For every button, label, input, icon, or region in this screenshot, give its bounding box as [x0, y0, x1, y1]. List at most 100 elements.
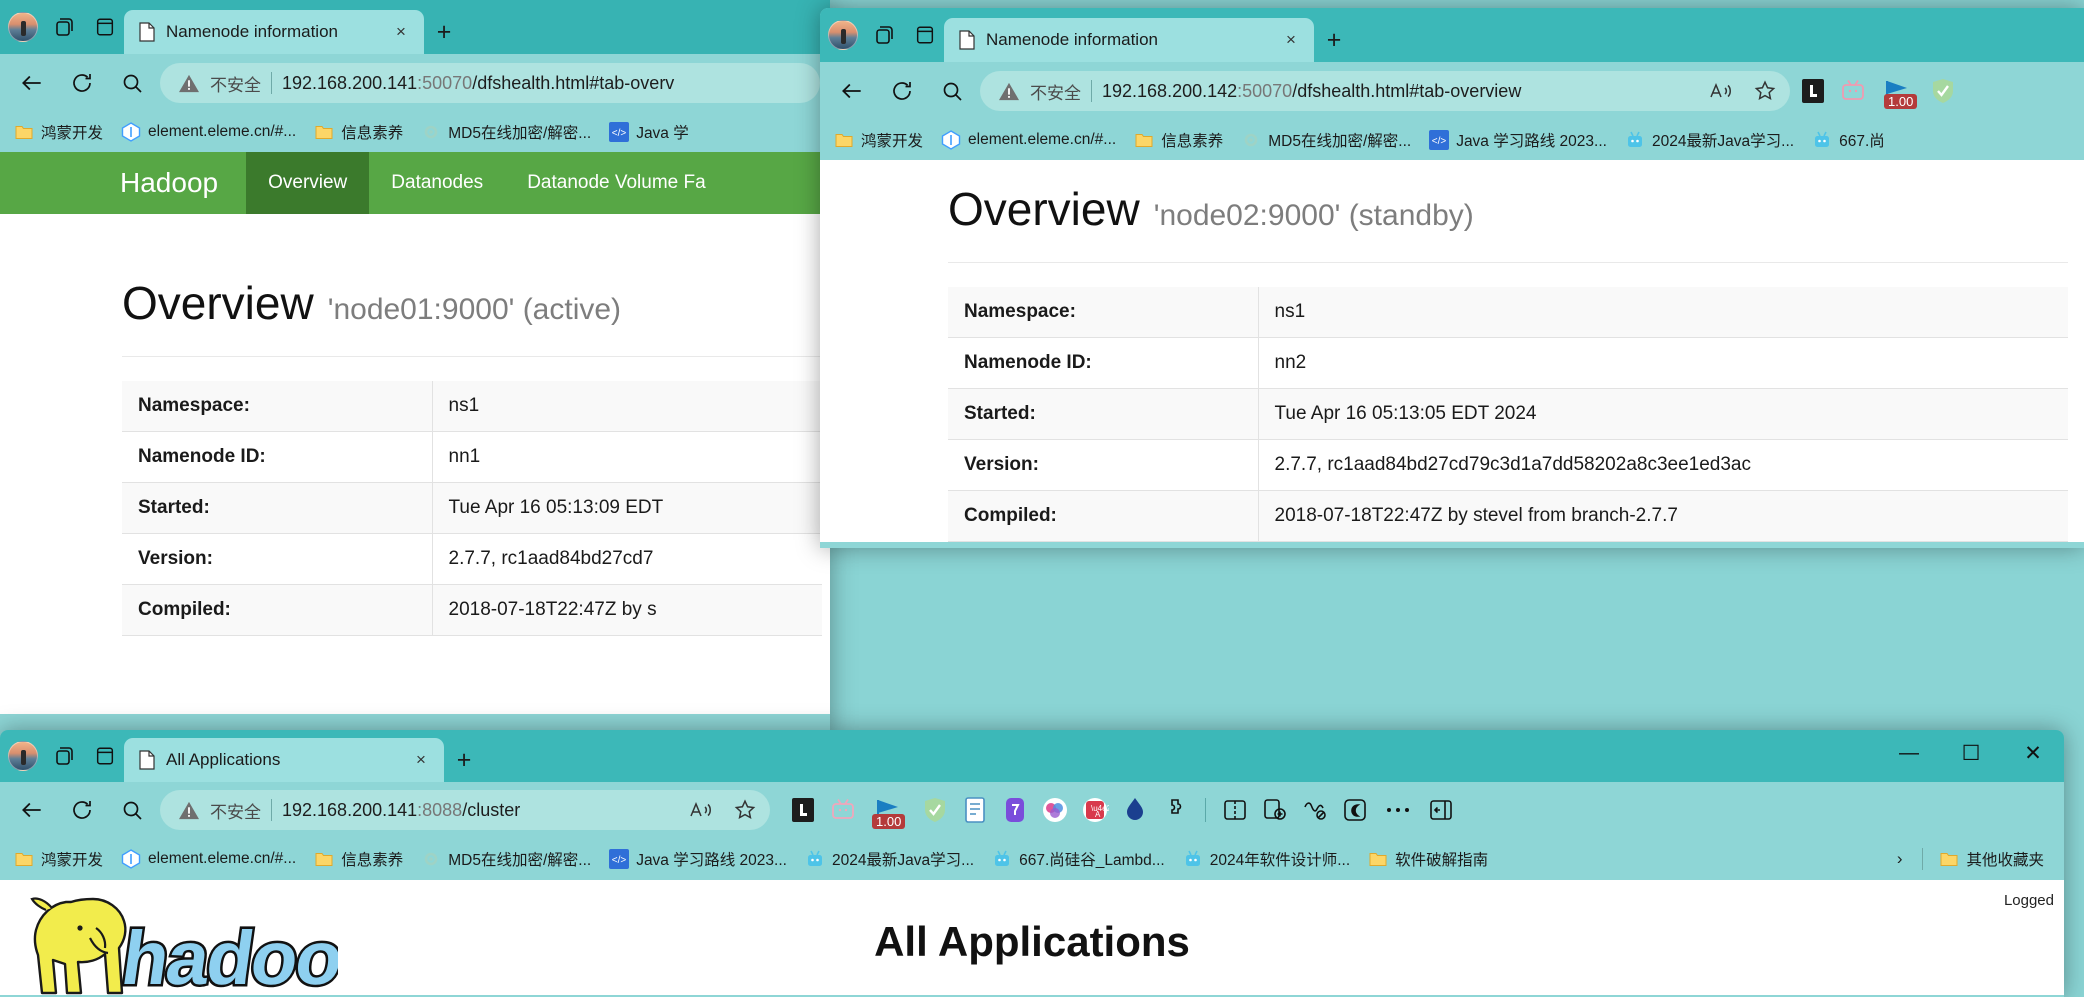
tab-close-icon[interactable]: × [1278, 27, 1304, 53]
bilibili-extension-icon[interactable] [1836, 74, 1870, 108]
profile-avatar[interactable] [8, 12, 38, 42]
not-secure-warning-icon [179, 74, 199, 93]
logged-in-label: Logged [2003, 892, 2054, 909]
browser-tab[interactable]: Namenode information × [944, 18, 1314, 62]
bookmark-item[interactable]: 2024最新Java学习... [799, 846, 980, 872]
bookmark-item[interactable]: MD5在线加密/解密... [415, 846, 597, 872]
note-icon[interactable] [958, 793, 992, 827]
tab-strip-window3: All Applications × + — ☐ ✕ [0, 730, 2064, 782]
split-pane-icon[interactable] [92, 743, 118, 769]
close-button[interactable]: ✕ [2002, 730, 2064, 776]
window-controls: — ☐ ✕ [1878, 730, 2064, 776]
tab-search-copilot-icon[interactable] [872, 22, 898, 48]
puzzle-extension-icon[interactable] [1158, 793, 1192, 827]
minimize-button[interactable]: — [1878, 730, 1940, 776]
browser-tab[interactable]: Namenode information × [124, 10, 424, 54]
read-aloud-icon[interactable] [1704, 74, 1738, 108]
bookmark-label: 信息素养 [1161, 133, 1224, 150]
profile-avatar[interactable] [828, 20, 858, 50]
bookmark-item[interactable]: element.eleme.cn/#... [935, 128, 1122, 152]
split-screen-icon[interactable] [1218, 793, 1252, 827]
back-button[interactable] [10, 788, 54, 832]
bookmark-item[interactable]: MD5在线加密/解密... [1235, 127, 1417, 153]
bookmark-item[interactable]: 鸿蒙开发 [828, 127, 929, 153]
address-bar[interactable]: 不安全 192.168.200.141:50070/dfshealth.html… [160, 63, 820, 103]
url-text: 192.168.200.142:50070/dfshealth.html#tab… [1102, 80, 1522, 101]
profile-avatar[interactable] [8, 741, 38, 771]
bookmark-label: 信息素养 [341, 852, 404, 869]
bookmark-item[interactable]: 信息素养 [308, 846, 409, 872]
bookmark-item[interactable]: 鸿蒙开发 [8, 119, 109, 145]
edge-window-namenode-active[interactable]: Namenode information × + 不安全 192.168.200… [0, 0, 830, 740]
bookmark-item[interactable]: 667.尚硅谷_Lambd... [986, 846, 1171, 872]
table-row: Started: Tue Apr 16 05:13:09 EDT [122, 482, 822, 534]
bookmark-item[interactable]: MD5在线加密/解密... [415, 119, 597, 145]
reload-button[interactable] [880, 69, 924, 113]
hadoop-tab-overview[interactable]: Overview [246, 152, 370, 214]
edge-window-yarn-all-applications[interactable]: All Applications × + — ☐ ✕ 不安全 192.168.2… [0, 730, 2064, 997]
tab-search-copilot-icon[interactable] [52, 14, 78, 40]
new-tab-button[interactable]: + [424, 10, 464, 54]
new-tab-button[interactable]: + [1314, 18, 1354, 62]
bookmark-item[interactable]: 2024最新Java学习... [1619, 127, 1800, 153]
favorite-star-icon[interactable] [728, 793, 762, 827]
read-aloud-icon[interactable] [684, 793, 718, 827]
water-drop-icon[interactable] [1118, 793, 1152, 827]
collections-icon[interactable] [1258, 793, 1292, 827]
tab-close-icon[interactable]: × [388, 19, 414, 45]
search-icon[interactable] [930, 69, 974, 113]
tab-search-copilot-icon[interactable] [52, 743, 78, 769]
reload-button[interactable] [60, 788, 104, 832]
colorful-extension-icon[interactable] [1038, 793, 1072, 827]
bookmarks-overflow-button[interactable]: › [1887, 849, 1913, 869]
address-bar[interactable]: 不安全 192.168.200.141:8088/cluster [160, 790, 770, 830]
bookmark-item[interactable]: 667.尚 [1806, 127, 1891, 153]
translate-extension-icon[interactable]: \u4e2dA [1078, 793, 1112, 827]
hadoop-brand[interactable]: Hadoop [0, 167, 246, 199]
flag-badge-icon[interactable]: 1.00 [866, 793, 912, 829]
back-button[interactable] [10, 61, 54, 105]
sidebar-toggle-icon[interactable] [1424, 793, 1458, 827]
hadoop-tab-datanode-volume-failures[interactable]: Datanode Volume Fa [505, 152, 728, 214]
split-pane-icon[interactable] [92, 14, 118, 40]
search-icon[interactable] [110, 61, 154, 105]
browser-essentials-icon[interactable] [1298, 793, 1332, 827]
maximize-button[interactable]: ☐ [1940, 730, 2002, 776]
table-row: Version: 2.7.7, rc1aad84bd27cd7 [122, 533, 822, 585]
bookmark-item[interactable]: element.eleme.cn/#... [115, 847, 302, 871]
bookmark-item[interactable]: 鸿蒙开发 [8, 846, 109, 872]
bookmark-item[interactable]: 信息素养 [1128, 127, 1229, 153]
flag-badge-icon[interactable]: 1.00 [1876, 74, 1920, 109]
shield-check-icon[interactable] [1926, 74, 1960, 108]
more-options-icon[interactable] [1378, 793, 1418, 827]
pocket-icon[interactable] [998, 793, 1032, 827]
shield-check-icon[interactable] [918, 793, 952, 827]
browser-tab[interactable]: All Applications × [124, 738, 444, 782]
nav-toolbar-window3: 不安全 192.168.200.141:8088/cluster 1.00 \u… [0, 782, 2064, 838]
search-icon[interactable] [110, 788, 154, 832]
bookmark-item[interactable]: </> Java 学习路线 2023... [603, 846, 793, 872]
lanzou-extension-icon[interactable] [1796, 74, 1830, 108]
tab-close-icon[interactable]: × [408, 747, 434, 773]
copilot-icon[interactable] [1338, 793, 1372, 827]
bookmark-label: 2024最新Java学习... [831, 852, 975, 869]
lanzou-extension-icon[interactable] [786, 793, 820, 827]
bookmark-item[interactable]: 信息素养 [308, 119, 409, 145]
edge-window-namenode-standby[interactable]: Namenode information × + 不安全 192.168.200… [820, 8, 2084, 548]
bookmark-item[interactable]: 软件破解指南 [1362, 846, 1494, 872]
bookmark-item[interactable]: 2024年软件设计师... [1177, 846, 1356, 872]
bookmark-item[interactable]: element.eleme.cn/#... [115, 120, 302, 144]
split-pane-icon[interactable] [912, 22, 938, 48]
table-row: Namenode ID: nn1 [122, 431, 822, 483]
bookmark-item[interactable]: </> Java 学习路线 2023... [1423, 127, 1613, 153]
hadoop-tab-datanodes[interactable]: Datanodes [369, 152, 505, 214]
other-bookmarks-button[interactable]: 其他收藏夹 [1933, 846, 2050, 872]
reload-button[interactable] [60, 61, 104, 105]
badge-count: 1.00 [872, 814, 906, 829]
new-tab-button[interactable]: + [444, 738, 484, 782]
back-button[interactable] [830, 69, 874, 113]
bilibili-extension-icon[interactable] [826, 793, 860, 827]
bookmark-item[interactable]: </> Java 学 [603, 119, 695, 145]
address-bar[interactable]: 不安全 192.168.200.142:50070/dfshealth.html… [980, 71, 1790, 111]
favorite-star-icon[interactable] [1748, 74, 1782, 108]
